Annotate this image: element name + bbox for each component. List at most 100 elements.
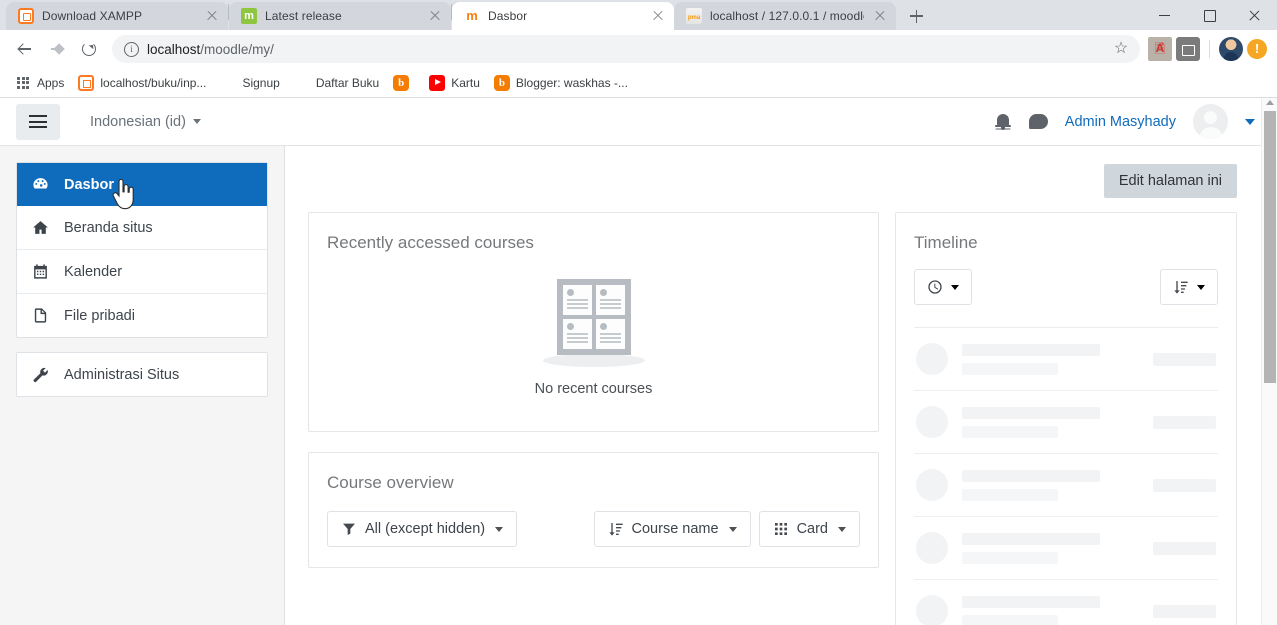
chat-icon[interactable] — [1028, 114, 1048, 129]
bookmark-label: Daftar Buku — [315, 75, 380, 90]
dashboard-columns: Recently accessed courses No recent cour… — [308, 212, 1237, 625]
bookmark-star-icon[interactable]: ☆ — [1108, 36, 1134, 62]
main-content: Edit halaman ini Recently accessed cours… — [285, 146, 1277, 625]
tab-title: localhost / 127.0.0.1 / moodledb — [710, 9, 864, 23]
close-icon[interactable] — [204, 8, 220, 24]
moodle-green-icon — [241, 8, 257, 24]
navbar-right: Admin Masyhady — [994, 104, 1255, 139]
profile-avatar[interactable] — [1219, 37, 1243, 61]
chevron-down-icon — [951, 284, 959, 290]
maximize-button[interactable] — [1187, 0, 1232, 30]
bookmark-blogger-iconly[interactable] — [386, 72, 422, 94]
sidebar-item-file-pribadi[interactable]: File pribadi — [17, 294, 267, 337]
reload-button[interactable] — [74, 34, 104, 64]
chevron-down-icon — [1197, 284, 1205, 290]
page-scrollbar[interactable] — [1261, 98, 1277, 625]
burger-line — [29, 120, 47, 123]
recently-accessed-courses-block: Recently accessed courses No recent cour… — [308, 212, 879, 432]
wrench-icon — [31, 366, 50, 383]
burger-line — [29, 115, 47, 117]
bookmark-apps[interactable]: Apps — [8, 72, 71, 94]
minimize-button[interactable] — [1142, 0, 1187, 30]
left-column: Recently accessed courses No recent cour… — [308, 212, 879, 568]
close-icon[interactable] — [872, 8, 888, 24]
address-bar[interactable]: localhost/moodle/my/ ☆ — [112, 35, 1140, 63]
sidebar-item-label: Kalender — [64, 263, 123, 280]
course-overview-controls: All (except hidden) Course name Card — [327, 511, 860, 547]
burger-line — [29, 126, 47, 128]
close-window-button[interactable] — [1232, 0, 1277, 30]
course-filter-dropdown[interactable]: All (except hidden) — [327, 511, 518, 547]
bookmark-daftar-buku[interactable]: Daftar Buku — [287, 72, 386, 94]
chevron-down-icon — [495, 526, 504, 532]
sidebar-item-beranda-situs[interactable]: Beranda situs — [17, 206, 267, 250]
close-icon[interactable] — [650, 8, 666, 24]
bookmark-kartu[interactable]: Kartu — [422, 72, 487, 94]
dashboard-icon — [31, 176, 50, 193]
camera-extension-icon[interactable] — [1176, 37, 1200, 61]
filter-funnel-icon — [343, 523, 355, 535]
skeleton-lines — [962, 532, 1139, 564]
edit-page-button[interactable]: Edit halaman ini — [1103, 164, 1237, 198]
course-overview-block: Course overview All (except hidden) Cour… — [308, 452, 879, 568]
sidebar-item-kalender[interactable]: Kalender — [17, 250, 267, 294]
browser-tab-2-active[interactable]: Dasbor — [452, 2, 674, 30]
skeleton-lines — [962, 469, 1139, 501]
block-title: Recently accessed courses — [327, 233, 534, 252]
skeleton-chip — [1153, 352, 1216, 366]
skeleton-avatar — [916, 469, 948, 501]
update-badge-icon[interactable] — [1247, 39, 1267, 59]
close-icon[interactable] — [427, 8, 443, 24]
timeline-date-filter-dropdown[interactable] — [914, 269, 972, 305]
grid-view-icon — [774, 523, 787, 535]
bell-icon[interactable] — [994, 113, 1012, 131]
right-column: Timeline — [895, 212, 1237, 625]
browser-tab-0[interactable]: Download XAMPP — [6, 2, 228, 30]
star-glyph: ☆ — [1113, 40, 1129, 57]
chevron-down-icon — [728, 526, 737, 532]
sidebar-item-label: Administrasi Situs — [64, 366, 180, 383]
sidebar-item-administrasi-situs[interactable]: Administrasi Situs — [17, 353, 267, 396]
bookmark-signup[interactable]: Signup — [213, 72, 286, 94]
tab-title: Dasbor — [488, 9, 528, 23]
course-view-dropdown[interactable]: Card — [758, 511, 860, 547]
moodle-page: Indonesian (id) Admin Masyhady Dasbor Be… — [0, 98, 1277, 625]
browser-tab-1[interactable]: Latest release — [229, 2, 451, 30]
avatar[interactable] — [1193, 104, 1228, 139]
language-label: Indonesian (id) — [90, 113, 186, 130]
bookmark-blogger-waskhas[interactable]: Blogger: waskhas -... — [487, 72, 635, 94]
forward-button[interactable] — [42, 34, 72, 64]
menu-toggle-button[interactable] — [16, 103, 60, 140]
chevron-down-icon[interactable] — [1245, 118, 1255, 125]
timeline-sort-dropdown[interactable] — [1160, 269, 1218, 305]
course-sort-dropdown[interactable]: Course name — [593, 511, 751, 547]
home-icon — [31, 219, 50, 236]
bookmark-localhost-buku[interactable]: localhost/buku/inp... — [71, 72, 213, 94]
skeleton-lines — [962, 406, 1139, 438]
back-button[interactable] — [10, 34, 40, 64]
url-host: localhost — [147, 41, 201, 57]
apps-grid-icon — [15, 75, 31, 91]
globe-icon — [220, 75, 236, 91]
list-item — [914, 328, 1218, 391]
user-name-label[interactable]: Admin Masyhady — [1065, 114, 1176, 130]
site-info-icon[interactable] — [124, 41, 139, 57]
block-title: Timeline — [914, 233, 978, 252]
browser-tab-3[interactable]: localhost / 127.0.0.1 / moodledb — [674, 2, 896, 30]
scroll-up-arrow-icon[interactable] — [1266, 100, 1274, 105]
pdf-extension-icon[interactable]: A — [1148, 37, 1172, 61]
moodle-navbar: Indonesian (id) Admin Masyhady — [0, 98, 1277, 146]
scrollbar-thumb[interactable] — [1264, 111, 1276, 383]
new-tab-button[interactable] — [902, 2, 930, 30]
skeleton-chip — [1153, 541, 1216, 555]
list-item — [914, 391, 1218, 454]
sidebar-item-label: Dasbor — [64, 176, 114, 193]
blogger-icon — [493, 74, 510, 91]
block-title: Course overview — [327, 473, 454, 492]
language-menu[interactable]: Indonesian (id) — [90, 114, 201, 130]
skeleton-avatar — [916, 406, 948, 438]
chevron-down-icon — [192, 119, 201, 124]
sidebar-item-dasbor[interactable]: Dasbor — [17, 163, 267, 206]
blogger-icon — [393, 74, 410, 91]
list-item — [914, 454, 1218, 517]
